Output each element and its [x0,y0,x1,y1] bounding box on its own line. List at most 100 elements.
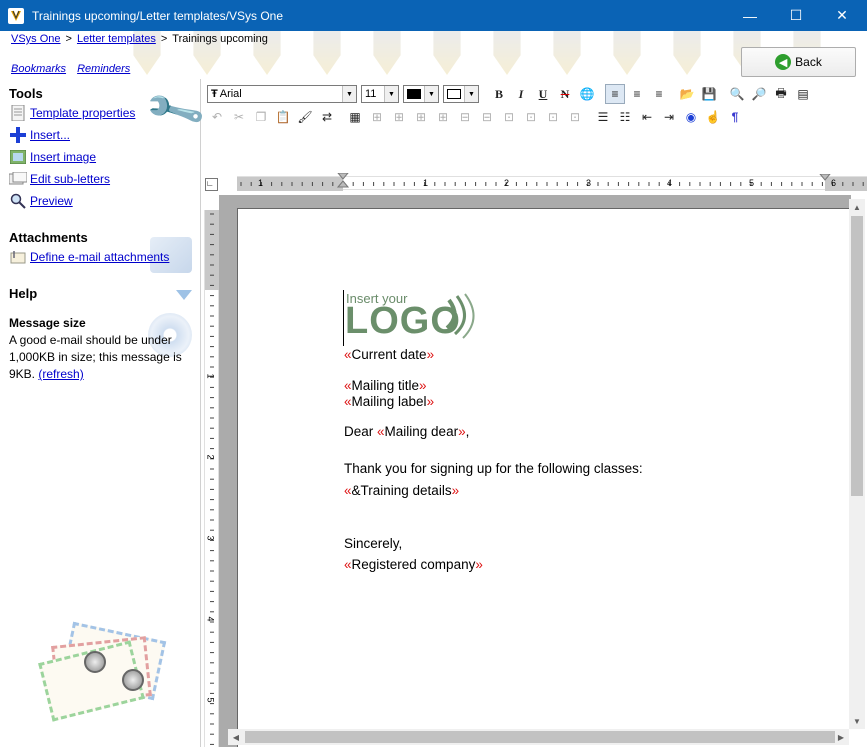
underline-button[interactable]: U [533,84,553,104]
merge-field-registered-company[interactable]: «Registered company» [344,557,483,572]
help-collapse-icon[interactable] [176,290,192,300]
undo-button[interactable]: ↶ [207,107,227,127]
tool-insert-image[interactable]: Insert image [9,148,96,166]
horizontal-scroll-thumb[interactable] [245,731,835,743]
vertical-ruler[interactable]: 1 2 3 4 5 [204,210,220,747]
strikethrough-icon: N [560,86,570,101]
bookmarks-link[interactable]: Bookmarks [11,63,66,75]
decrease-indent-button[interactable]: ⇤ [637,107,657,127]
tool-insert[interactable]: Insert... [9,126,70,144]
align-left-button[interactable]: ≡ [605,84,625,104]
highlight-color-select[interactable]: ▼ [443,85,479,103]
close-icon: ✕ [836,7,848,23]
table-split-button[interactable]: ⊡ [521,107,541,127]
reminders-link[interactable]: Reminders [77,63,130,75]
bullet-list-button[interactable]: ☰ [593,107,613,127]
window-title: Trainings upcoming/Letter templates/VSys… [32,8,284,23]
font-size-select[interactable]: 11 ▼ [361,85,399,103]
insert-object-button[interactable]: ◉ [681,107,701,127]
zoom-in-button[interactable]: 🔍 [727,84,747,104]
tool-insert-label[interactable]: Insert... [30,128,70,142]
bold-button[interactable]: B [489,84,509,104]
table-merge-button[interactable]: ⊡ [499,107,519,127]
scroll-right-icon[interactable]: ▶ [833,729,849,745]
breadcrumb-letter-templates[interactable]: Letter templates [77,33,156,45]
breadcrumb-vsys-one[interactable]: VSys One [11,33,61,45]
paste-button[interactable]: 📋 [273,107,293,127]
back-button-label: Back [795,55,822,69]
merge-field-current-date[interactable]: «Current date» [344,347,434,362]
zoom-out-button[interactable]: 🔎 [749,84,769,104]
tool-template-properties[interactable]: Template properties [9,104,135,122]
font-name-select[interactable]: Ŧ Arial ▼ [207,85,357,103]
vertical-scrollbar[interactable]: ▲ ▼ [849,199,865,729]
tool-edit-sub-letters-label[interactable]: Edit sub-letters [30,172,110,186]
italic-button[interactable]: I [511,84,531,104]
table-insert-col-left-button[interactable]: ⊞ [411,107,431,127]
scroll-left-icon[interactable]: ◀ [228,729,244,745]
outdent-icon: ⇤ [641,110,653,124]
document-page[interactable] [237,208,851,747]
highlight-swatch-icon [447,89,461,99]
envelopes-icon [36,621,167,722]
scroll-up-icon[interactable]: ▲ [849,199,865,215]
table-delete-col-button[interactable]: ⊟ [477,107,497,127]
horizontal-ruler[interactable]: 1 1 2 3 4 5 6 [237,173,867,193]
copy-button[interactable]: ❐ [251,107,271,127]
closing-text[interactable]: Sincerely, [344,536,402,551]
tool-template-properties-label[interactable]: Template properties [30,106,135,120]
define-email-attachments[interactable]: Define e-mail attachments [9,248,169,266]
print-preview-button[interactable]: ▤ [793,84,813,104]
table-insert-row-below-button[interactable]: ⊞ [389,107,409,127]
table-delete-row-icon: ⊟ [459,110,471,124]
align-right-icon: ≡ [655,87,663,101]
close-button[interactable]: ✕ [819,0,865,31]
minimize-button[interactable]: — [727,0,773,31]
font-name-value: Arial [219,88,242,100]
body-text[interactable]: Thank you for signing up for the followi… [344,461,643,476]
increase-indent-button[interactable]: ⇥ [659,107,679,127]
find-replace-button[interactable]: ⇄ [317,107,337,127]
tool-edit-sub-letters[interactable]: Edit sub-letters [9,170,110,188]
align-right-button[interactable]: ≡ [649,84,669,104]
logo-placeholder[interactable]: Insert your LOGO [343,290,493,348]
cut-button[interactable]: ✂ [229,107,249,127]
vertical-scroll-thumb[interactable] [851,216,863,496]
tool-insert-image-label[interactable]: Insert image [30,150,96,164]
salutation-line[interactable]: Dear «Mailing dear», [344,424,469,439]
ruler-tab-selector[interactable]: ∟ [205,178,218,191]
indent-marker-icon[interactable] [337,173,349,193]
paragraph-hand-button[interactable]: ☝ [703,107,723,127]
insert-table-button[interactable]: ▦ [345,107,365,127]
merge-field-training-details[interactable]: «&Training details» [344,483,459,498]
ruler-label: 4 [667,178,673,188]
maximize-button[interactable]: ☐ [773,0,819,31]
numbered-list-button[interactable]: ☷ [615,107,635,127]
table-insert-row-above-button[interactable]: ⊞ [367,107,387,127]
merge-field-mailing-label[interactable]: «Mailing label» [344,394,434,409]
show-formatting-button[interactable]: ¶ [725,107,745,127]
sublinks: Bookmarks Reminders [11,63,138,75]
refresh-link[interactable]: (refresh) [38,367,83,381]
text-color-select[interactable]: ▼ [403,85,439,103]
table-borders-button[interactable]: ⊡ [543,107,563,127]
table-insert-col-right-button[interactable]: ⊞ [433,107,453,127]
open-button[interactable]: 📂 [677,84,697,104]
message-size-text: A good e-mail should be under 1,000KB in… [9,332,189,383]
format-painter-button[interactable]: 🖌 [295,107,315,127]
scroll-down-icon[interactable]: ▼ [849,713,865,729]
save-button[interactable]: 💾 [699,84,719,104]
horizontal-scrollbar[interactable]: ◀ ▶ [228,729,849,745]
merge-field-mailing-title[interactable]: «Mailing title» [344,378,427,393]
web-link-button[interactable]: 🌐 [577,84,597,104]
table-properties-button[interactable]: ⊡ [565,107,585,127]
strikethrough-button[interactable]: N [555,84,575,104]
tool-preview-label[interactable]: Preview [30,194,73,208]
tool-preview[interactable]: Preview [9,192,73,210]
print-button[interactable]: 🖶 [771,84,791,104]
define-email-attachments-label[interactable]: Define e-mail attachments [30,250,169,264]
table-delete-row-button[interactable]: ⊟ [455,107,475,127]
align-center-button[interactable]: ≡ [627,84,647,104]
right-indent-marker-icon[interactable] [819,174,831,184]
back-button[interactable]: ◀ Back [741,47,856,77]
